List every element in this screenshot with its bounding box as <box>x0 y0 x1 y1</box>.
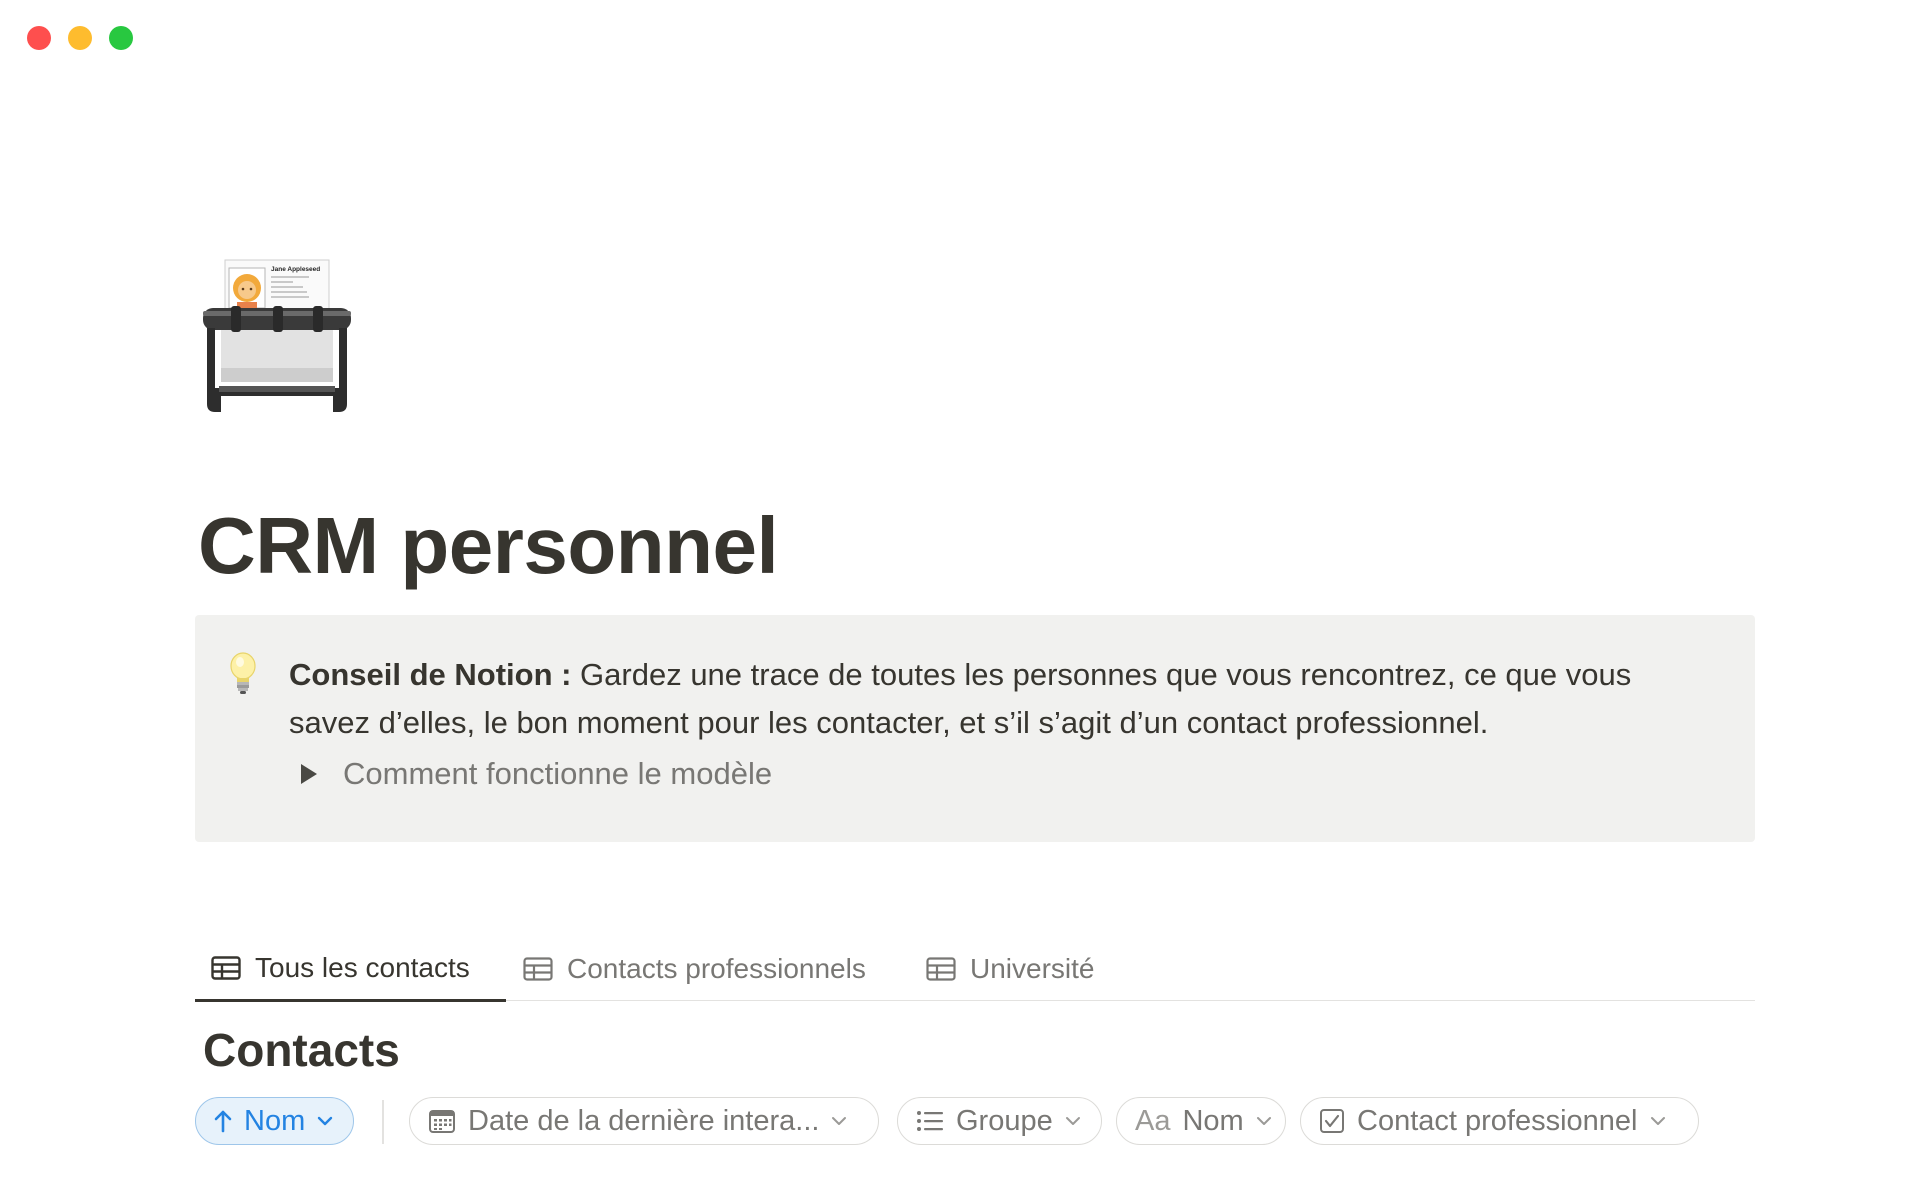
chip-label: Date de la dernière intera... <box>468 1104 820 1137</box>
database-title[interactable]: Contacts <box>203 1023 400 1077</box>
calendar-icon <box>429 1110 455 1133</box>
arrow-up-icon <box>214 1110 232 1133</box>
page-title[interactable]: CRM personnel <box>198 500 779 592</box>
close-window-button[interactable] <box>27 26 51 50</box>
filter-chip-name[interactable]: Aa Nom <box>1116 1097 1286 1145</box>
triangle-right-icon[interactable] <box>301 764 317 784</box>
chevron-down-icon <box>318 1116 333 1126</box>
list-icon <box>917 1111 943 1131</box>
toggle-label: Comment fonctionne le modèle <box>343 756 773 791</box>
card-name: Jane Appleseed <box>271 266 320 273</box>
table-icon <box>926 957 956 981</box>
rolodex-icon[interactable]: Jane Appleseed <box>201 258 353 418</box>
tab-all-contacts[interactable]: Tous les contacts <box>195 937 506 1002</box>
tab-label: Tous les contacts <box>255 952 470 983</box>
filter-chip-group[interactable]: Groupe <box>897 1097 1102 1145</box>
tab-professional-contacts[interactable]: Contacts professionnels <box>523 937 866 1001</box>
chip-label: Groupe <box>956 1104 1053 1137</box>
view-tabs: Tous les contacts Contacts professionnel… <box>195 937 1755 1002</box>
chevron-down-icon <box>1650 1117 1665 1125</box>
maximize-window-button[interactable] <box>109 26 133 50</box>
chip-label: Nom <box>1182 1104 1244 1137</box>
tab-label: Contacts professionnels <box>567 953 866 984</box>
callout-bold: Conseil de Notion : <box>289 657 572 692</box>
callout-text: Conseil de Notion : Gardez une trace de … <box>289 651 1709 747</box>
chip-label: Contact professionnel <box>1357 1104 1638 1137</box>
filter-chip-professional-contact[interactable]: Contact professionnel <box>1300 1097 1699 1145</box>
tab-university[interactable]: Université <box>926 937 1094 1001</box>
checkbox-icon <box>1320 1109 1344 1133</box>
filter-separator <box>382 1100 384 1144</box>
text-icon: Aa <box>1135 1104 1171 1137</box>
table-icon <box>211 956 241 980</box>
sort-label: Nom <box>244 1104 306 1137</box>
chevron-down-icon <box>1256 1117 1271 1125</box>
toggle-how-it-works[interactable]: Comment fonctionne le modèle <box>299 756 772 792</box>
tab-label: Université <box>970 953 1095 984</box>
table-icon <box>523 957 553 981</box>
chevron-down-icon <box>1065 1117 1080 1125</box>
chevron-down-icon <box>832 1117 847 1125</box>
window-controls <box>27 26 133 50</box>
filter-chip-last-interaction[interactable]: Date de la dernière intera... <box>409 1097 879 1145</box>
sort-chip[interactable]: Nom <box>195 1097 354 1145</box>
lightbulb-icon[interactable] <box>228 651 258 697</box>
minimize-window-button[interactable] <box>68 26 92 50</box>
callout: Conseil de Notion : Gardez une trace de … <box>195 615 1755 842</box>
